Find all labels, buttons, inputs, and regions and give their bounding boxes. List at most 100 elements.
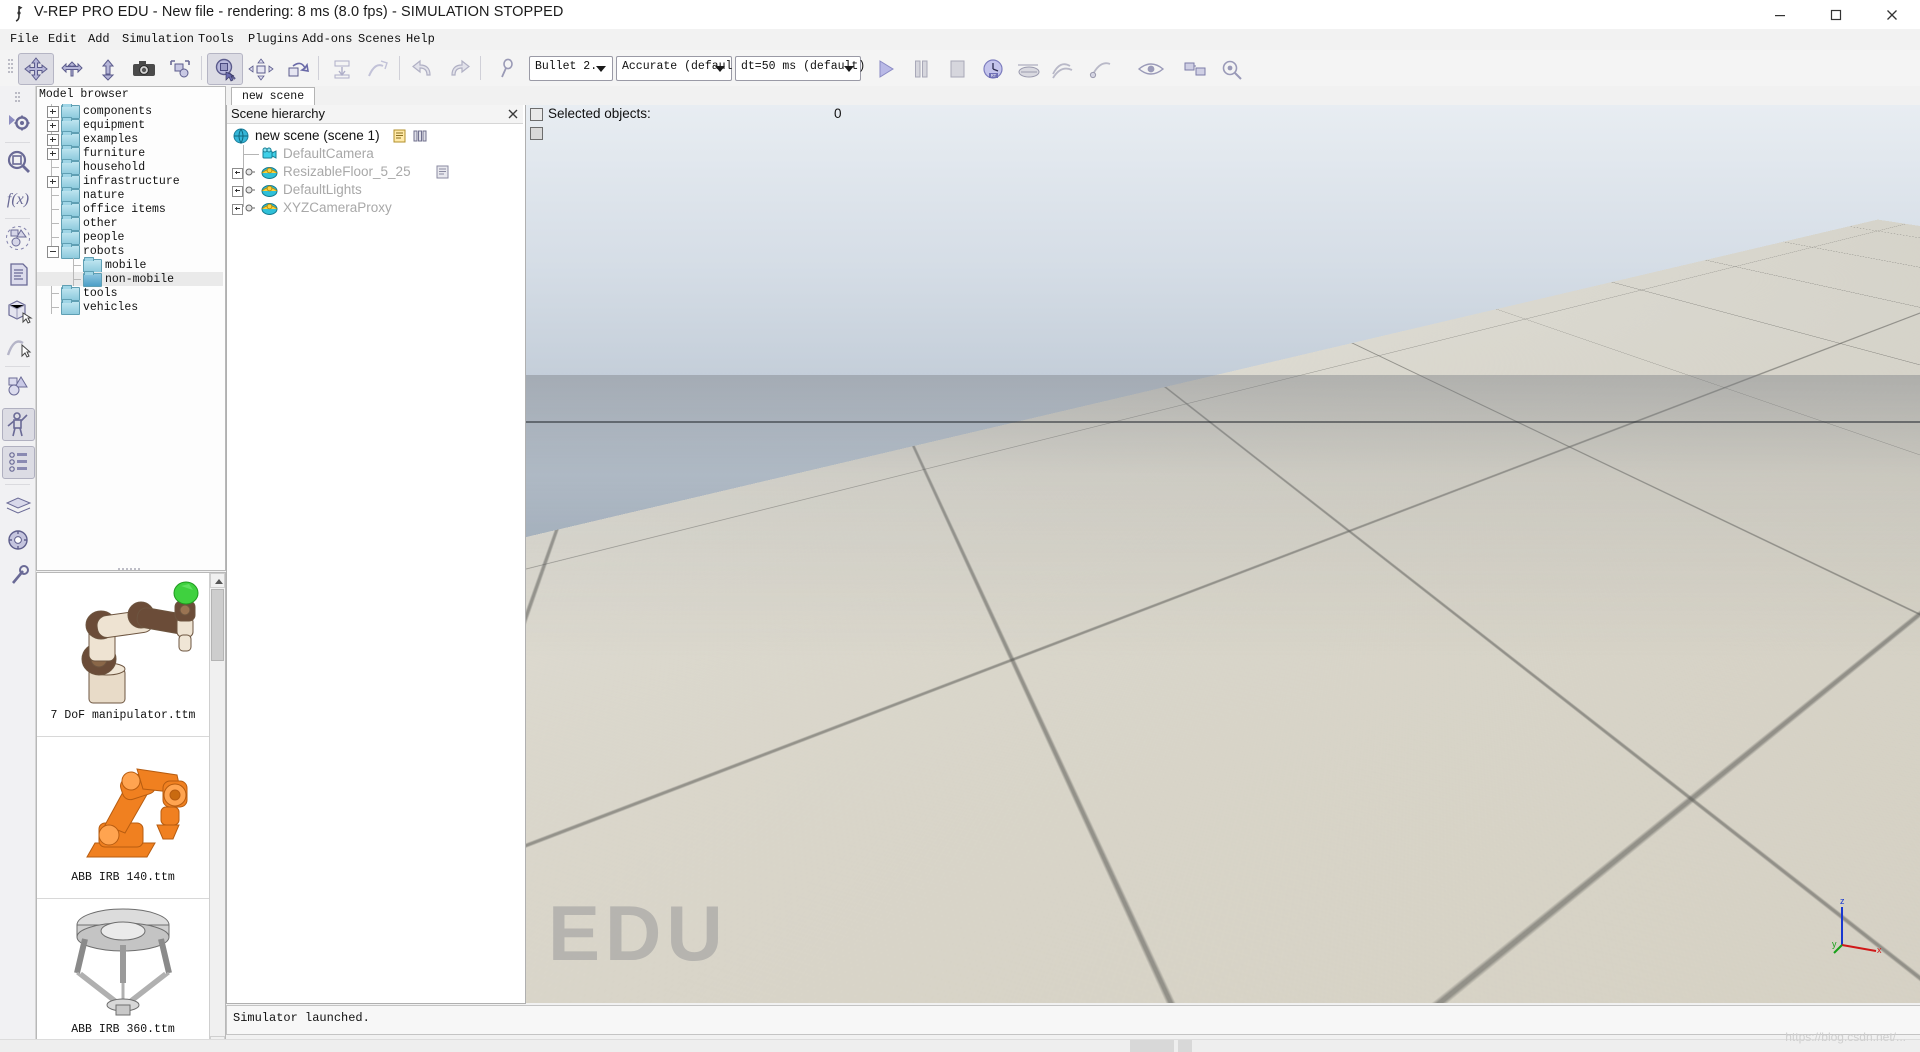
model-caption-0: 7 DoF manipulator.ttm bbox=[50, 709, 196, 722]
menu-scenes[interactable]: Scenes bbox=[358, 32, 401, 46]
camera-button[interactable] bbox=[126, 53, 162, 85]
model-panel-scrollbar[interactable] bbox=[209, 573, 225, 1051]
model-browser-item-furniture[interactable]: furniture bbox=[37, 145, 223, 161]
tree-expander-examples[interactable] bbox=[47, 134, 59, 146]
model-browser-item-mobile[interactable]: mobile bbox=[37, 257, 223, 273]
visibility-button[interactable] bbox=[1133, 53, 1169, 85]
model-browser-item-infrastructure[interactable]: infrastructure bbox=[37, 173, 223, 189]
assemble-disassemble-button[interactable] bbox=[162, 53, 198, 85]
redo-button[interactable] bbox=[441, 53, 477, 85]
model-browser-item-robots[interactable]: robots bbox=[37, 243, 223, 259]
menu-addons[interactable]: Add-ons bbox=[302, 32, 352, 46]
start-simulation-button[interactable] bbox=[867, 53, 903, 85]
close-icon[interactable] bbox=[507, 107, 519, 119]
path-edit-button[interactable] bbox=[2, 330, 35, 363]
real-time-mode-button[interactable]: RT bbox=[975, 53, 1011, 85]
script-icon bbox=[436, 165, 449, 179]
3d-viewport[interactable]: EDU z x y bbox=[526, 105, 1920, 1003]
threaded-rendering-button[interactable] bbox=[1083, 53, 1119, 85]
layers-button[interactable] bbox=[1177, 53, 1213, 85]
accuracy-select[interactable]: Accurate (defaul bbox=[616, 56, 732, 81]
model-browser-item-vehicles[interactable]: vehicles bbox=[37, 299, 223, 315]
physics-engine-select[interactable]: Bullet 2. bbox=[529, 56, 613, 81]
model-browser-item-label: people bbox=[83, 231, 125, 244]
selected-objects-bar: Selected objects: 0 bbox=[526, 105, 1920, 140]
settings-button[interactable] bbox=[1213, 53, 1249, 85]
stop-simulation-button[interactable] bbox=[939, 53, 975, 85]
mouse-pointer-button[interactable] bbox=[490, 53, 526, 85]
speed-up-simulation-button[interactable] bbox=[1047, 53, 1083, 85]
hierarchy-expander-lights[interactable] bbox=[232, 186, 243, 197]
window-close-button[interactable] bbox=[1864, 0, 1920, 29]
model-browser-toggle-button[interactable] bbox=[2, 408, 35, 441]
menu-plugins[interactable]: Plugins bbox=[248, 32, 298, 46]
simulation-settings-button[interactable] bbox=[2, 524, 35, 557]
model-browser-item-nature[interactable]: nature bbox=[37, 187, 223, 203]
menu-add[interactable]: Add bbox=[88, 32, 110, 46]
svg-text:x: x bbox=[1877, 945, 1882, 955]
object-rotate-mode-button[interactable] bbox=[279, 53, 315, 85]
scene-hierarchy-toggle-button[interactable] bbox=[2, 446, 35, 479]
dot-handle-icon bbox=[245, 204, 255, 212]
menu-tools[interactable]: Tools bbox=[198, 32, 234, 46]
menu-help[interactable]: Help bbox=[406, 32, 435, 46]
tree-expander-infrastructure[interactable] bbox=[47, 176, 59, 188]
object-translate-button[interactable] bbox=[90, 53, 126, 85]
model-browser-item-tools[interactable]: tools bbox=[37, 285, 223, 301]
model-browser-item-components[interactable]: components bbox=[37, 104, 223, 119]
window-minimize-button[interactable] bbox=[1752, 0, 1808, 29]
tree-connector bbox=[73, 258, 74, 272]
model-browser-item-people[interactable]: people bbox=[37, 229, 223, 245]
model-browser-item-household[interactable]: household bbox=[37, 159, 223, 175]
layers-side-button[interactable] bbox=[2, 488, 35, 521]
script-button[interactable] bbox=[2, 258, 35, 291]
chevron-down-icon bbox=[715, 66, 725, 72]
menu-file[interactable]: File bbox=[10, 32, 39, 46]
model-item-0[interactable]: 7 DoF manipulator.ttm bbox=[37, 577, 209, 735]
left-separator-1 bbox=[5, 142, 30, 143]
model-item-1[interactable]: ABB IRB 140.ttm bbox=[37, 739, 209, 897]
model-browser-item-equipment[interactable]: equipment bbox=[37, 117, 223, 133]
model-item-2[interactable]: ABB IRB 360.ttm bbox=[37, 901, 209, 1051]
model-browser-tree[interactable]: components equipment examples furniture hous… bbox=[37, 104, 223, 566]
menu-edit[interactable]: Edit bbox=[48, 32, 77, 46]
geometry-button[interactable] bbox=[2, 370, 35, 403]
model-browser-item-other[interactable]: other bbox=[37, 215, 223, 231]
hierarchy-expander-xyzcameraproxy[interactable] bbox=[232, 204, 243, 215]
model-browser-item-office-items[interactable]: office items bbox=[37, 201, 223, 217]
clipping-plane-button[interactable] bbox=[324, 53, 360, 85]
viewport-toggle-checkbox[interactable] bbox=[530, 127, 543, 140]
dynamic-content-button[interactable] bbox=[360, 53, 396, 85]
model-browser-item-examples[interactable]: examples bbox=[37, 131, 223, 147]
menu-simulation[interactable]: Simulation bbox=[122, 32, 194, 46]
undo-button[interactable] bbox=[405, 53, 441, 85]
scroll-up-arrow-icon[interactable] bbox=[210, 573, 225, 588]
shape-edit-button[interactable] bbox=[2, 294, 35, 327]
scrollbar-thumb[interactable] bbox=[211, 589, 224, 661]
model-browser-item-non-mobile[interactable]: non-mobile bbox=[37, 271, 223, 287]
hierarchy-expander-floor[interactable] bbox=[232, 168, 243, 179]
user-settings-button[interactable] bbox=[2, 106, 35, 139]
calculation-module-button[interactable]: f(x) bbox=[2, 182, 35, 215]
pause-simulation-button[interactable] bbox=[903, 53, 939, 85]
tree-expander-robots[interactable] bbox=[47, 246, 59, 258]
tree-expander-furniture[interactable] bbox=[47, 148, 59, 160]
page-selector-button[interactable] bbox=[207, 53, 243, 85]
object-shift-button[interactable] bbox=[18, 53, 54, 85]
toolbar-grip[interactable] bbox=[8, 59, 13, 77]
slow-down-simulation-button[interactable] bbox=[1011, 53, 1047, 85]
tree-expander-equipment[interactable] bbox=[47, 120, 59, 132]
object-rotate-button[interactable] bbox=[54, 53, 90, 85]
window-maximize-button[interactable] bbox=[1808, 0, 1864, 29]
object-move-mode-button[interactable] bbox=[243, 53, 279, 85]
tree-expander-components[interactable] bbox=[47, 106, 59, 118]
selection-checkbox[interactable] bbox=[530, 108, 543, 121]
collection-button[interactable] bbox=[2, 222, 35, 255]
hierarchy-label-xyzcameraproxy: XYZCameraProxy bbox=[283, 200, 392, 215]
scene-tab-new-scene[interactable]: new scene bbox=[231, 87, 316, 106]
tools-side-button[interactable] bbox=[2, 560, 35, 593]
timestep-select[interactable]: dt=50 ms (default) bbox=[735, 56, 865, 81]
model-browser-item-label: equipment bbox=[83, 119, 146, 132]
tree-connector bbox=[51, 188, 52, 202]
scene-object-properties-button[interactable] bbox=[2, 146, 35, 179]
